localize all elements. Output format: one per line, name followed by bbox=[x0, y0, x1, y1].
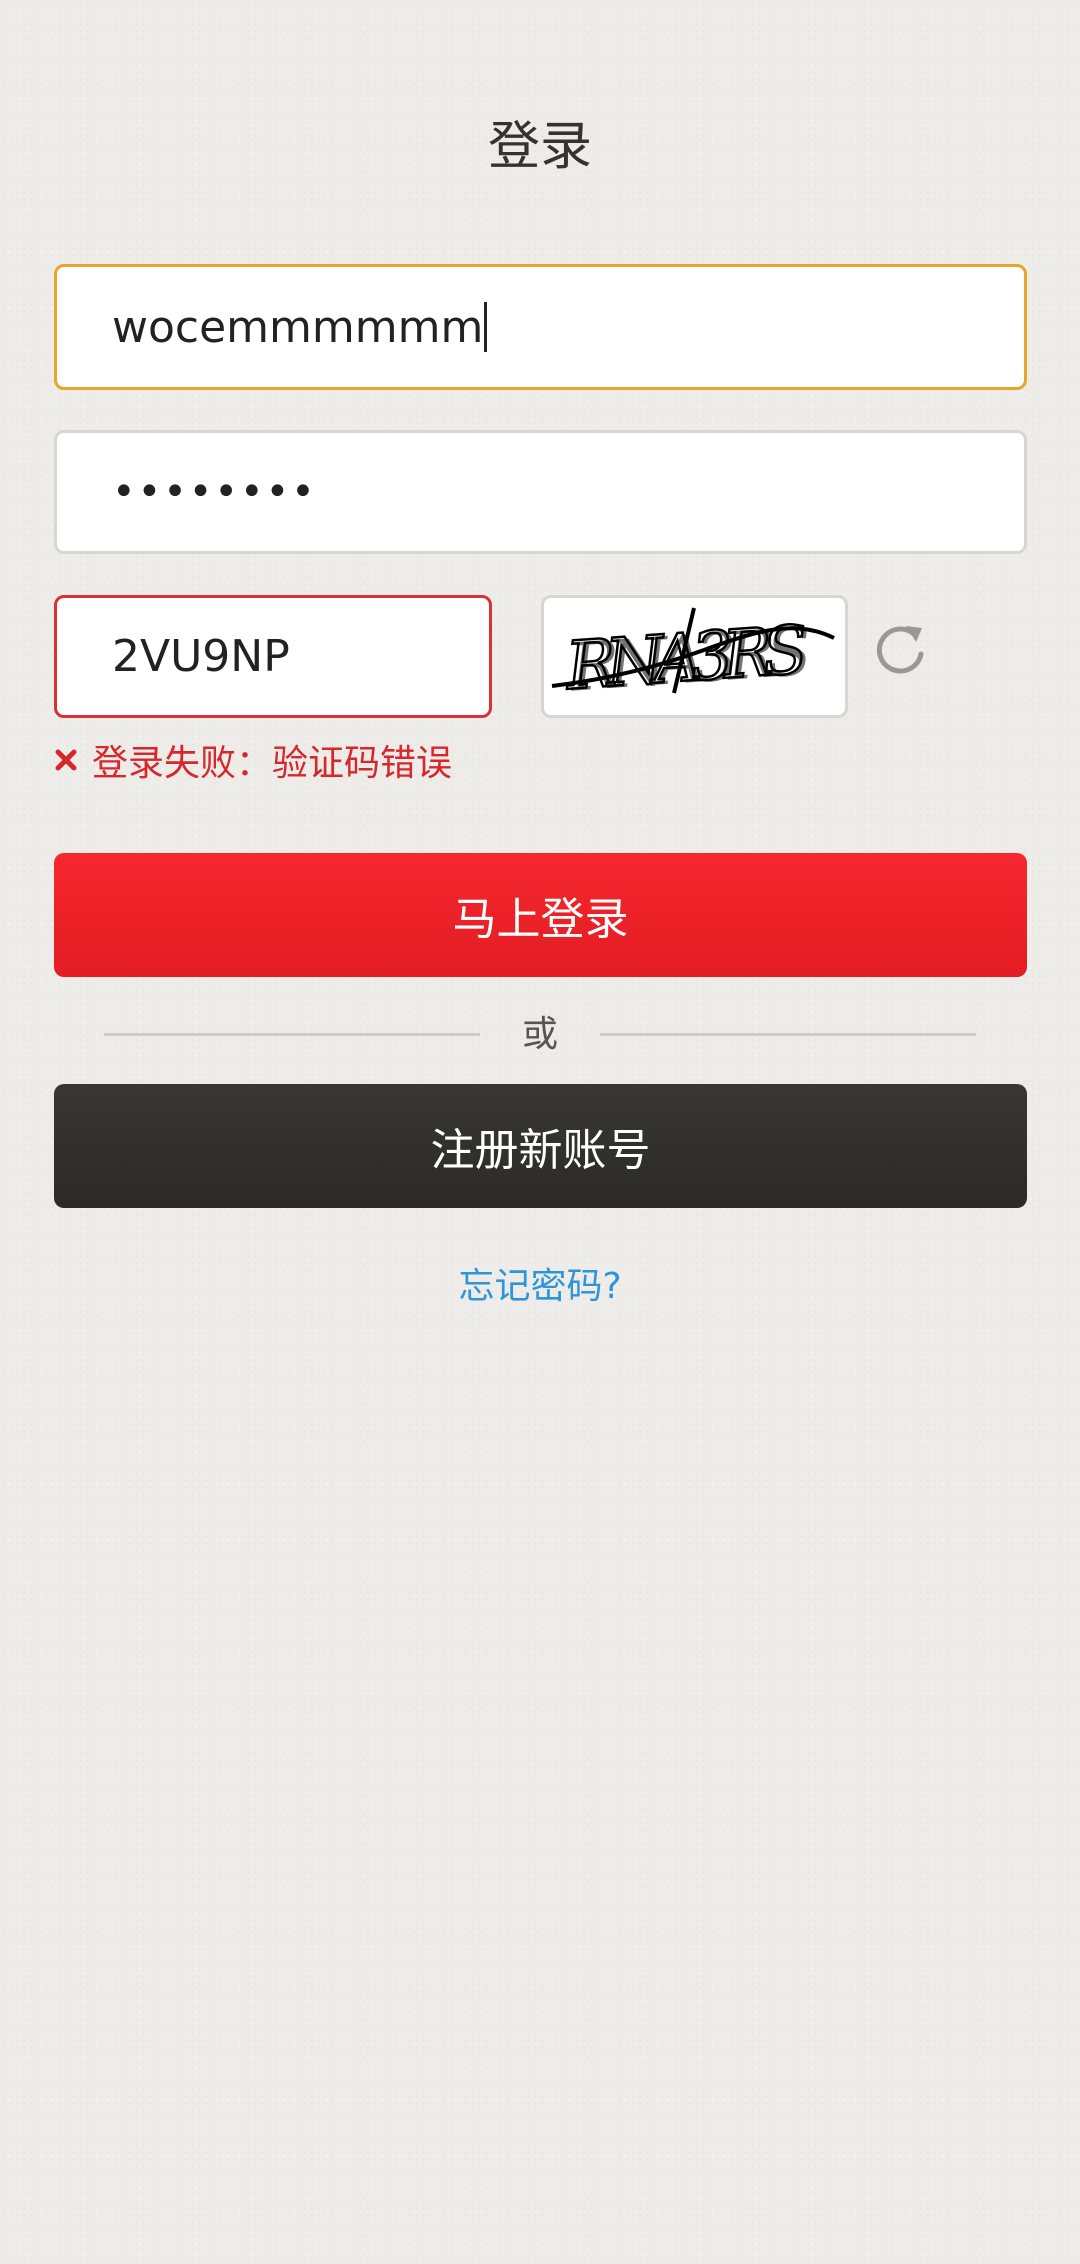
password-value: •••••••• bbox=[112, 469, 317, 515]
svg-text:RNA3RS: RNA3RS bbox=[567, 613, 813, 707]
error-x-icon bbox=[55, 749, 77, 771]
divider-left bbox=[104, 1033, 480, 1036]
divider-or: 或 bbox=[521, 1014, 558, 1055]
login-button[interactable]: 马上登录 bbox=[54, 853, 1027, 977]
username-input[interactable]: wocemmmmmm bbox=[54, 264, 1027, 390]
refresh-captcha-icon[interactable] bbox=[872, 620, 930, 678]
refresh-icon bbox=[876, 626, 924, 674]
register-button-label: 注册新账号 bbox=[430, 1125, 651, 1176]
captcha-value: 2VU9NP bbox=[112, 631, 290, 682]
error-message: 登录失败：验证码错误 bbox=[54, 735, 452, 785]
login-button-label: 马上登录 bbox=[452, 894, 629, 945]
page-title: 登录 bbox=[487, 117, 592, 177]
password-input[interactable]: •••••••• bbox=[54, 430, 1027, 554]
captcha-image[interactable]: RNA3RS RNA3RS bbox=[541, 595, 848, 718]
divider-right bbox=[600, 1033, 976, 1036]
register-button[interactable]: 注册新账号 bbox=[54, 1084, 1027, 1208]
captcha-picture: RNA3RS RNA3RS bbox=[551, 607, 835, 707]
forgot-password-link[interactable]: 忘记密码? bbox=[0, 1262, 1080, 1312]
captcha-input[interactable]: 2VU9NP bbox=[54, 595, 492, 718]
error-text: 登录失败：验证码错误 bbox=[92, 743, 453, 784]
username-value: wocemmmmmm bbox=[112, 301, 484, 353]
text-cursor bbox=[484, 302, 488, 352]
